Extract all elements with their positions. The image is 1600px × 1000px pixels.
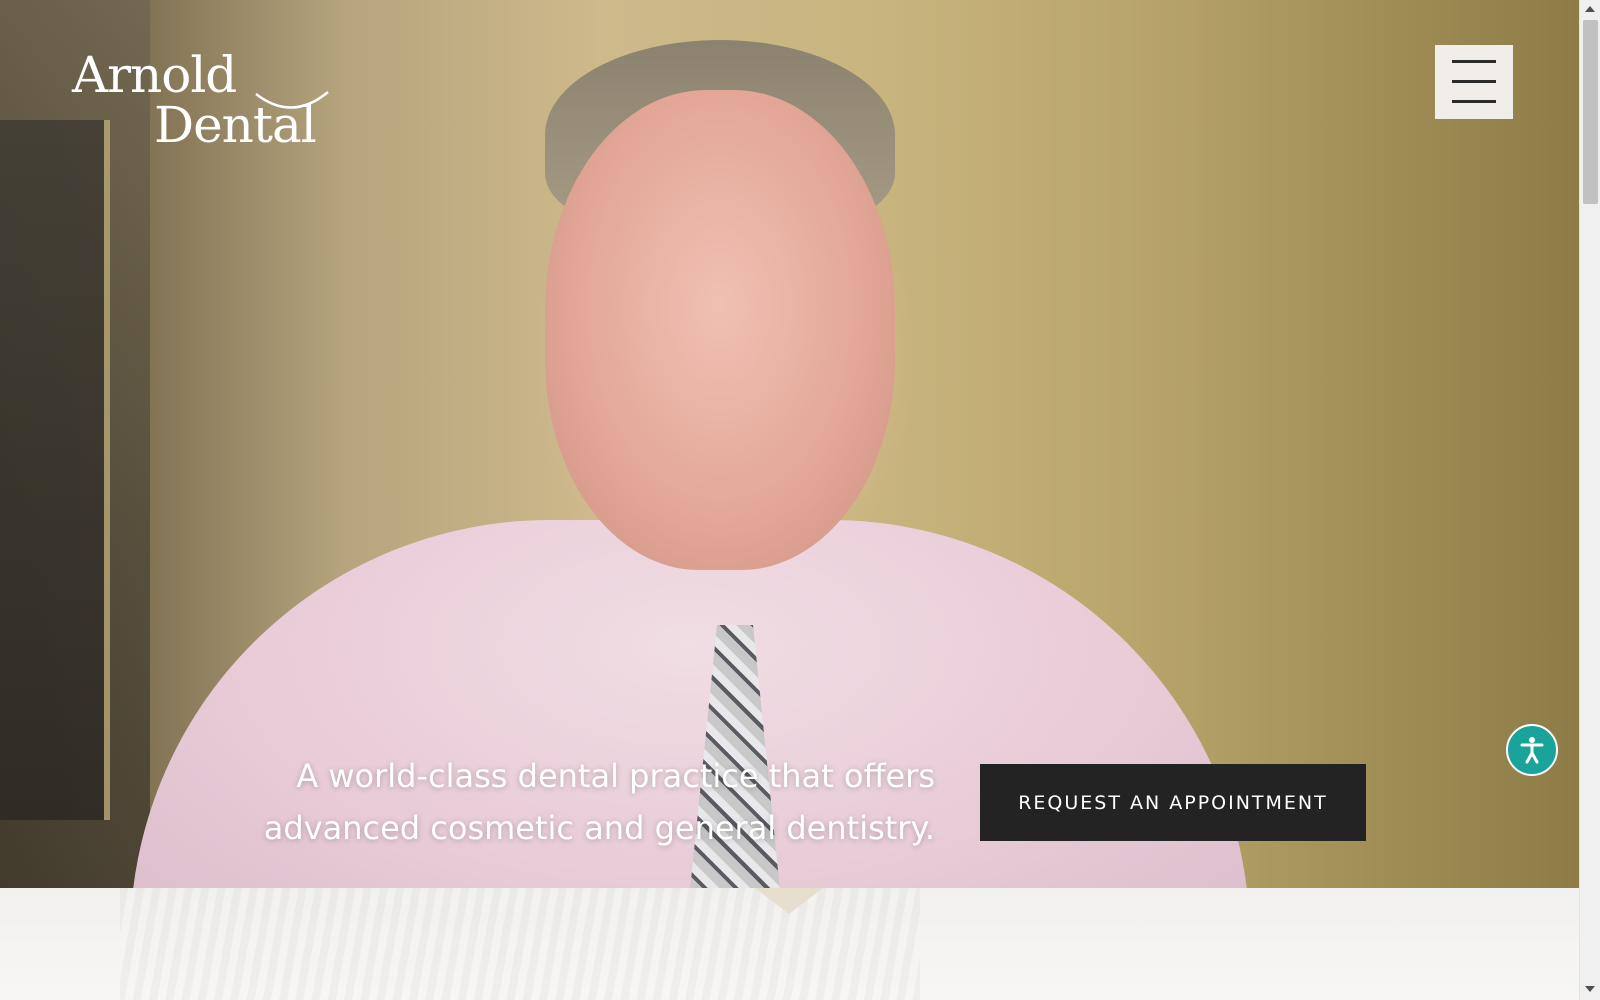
hamburger-menu-icon	[1452, 60, 1496, 63]
hamburger-menu-button[interactable]	[1435, 45, 1513, 119]
scroll-down-indicator-icon[interactable]	[755, 888, 823, 914]
logo-line-1: Arnold	[72, 46, 237, 104]
scroll-down-arrow-icon[interactable]	[1585, 986, 1595, 992]
accessibility-widget-button[interactable]	[1506, 724, 1558, 776]
accessibility-person-icon	[1520, 737, 1544, 764]
scroll-up-arrow-icon[interactable]	[1585, 6, 1595, 12]
scrollbar-thumb[interactable]	[1583, 20, 1598, 204]
hamburger-menu-icon-bar	[1452, 100, 1496, 103]
hero-tagline: A world-class dental practice that offer…	[240, 750, 935, 854]
wall-portrait	[0, 120, 110, 820]
smile-arc-icon	[255, 91, 329, 109]
doctor-face	[545, 90, 895, 570]
page-scrollbar[interactable]	[1579, 0, 1600, 1000]
hamburger-menu-icon-bar	[1452, 80, 1496, 83]
tagline-line-2: advanced cosmetic and general dentistry.	[263, 809, 935, 847]
request-appointment-button[interactable]: REQUEST AN APPOINTMENT	[980, 764, 1366, 841]
tagline-line-1: A world-class dental practice that offer…	[296, 757, 935, 795]
site-logo[interactable]: Arnold Dental	[72, 48, 332, 158]
